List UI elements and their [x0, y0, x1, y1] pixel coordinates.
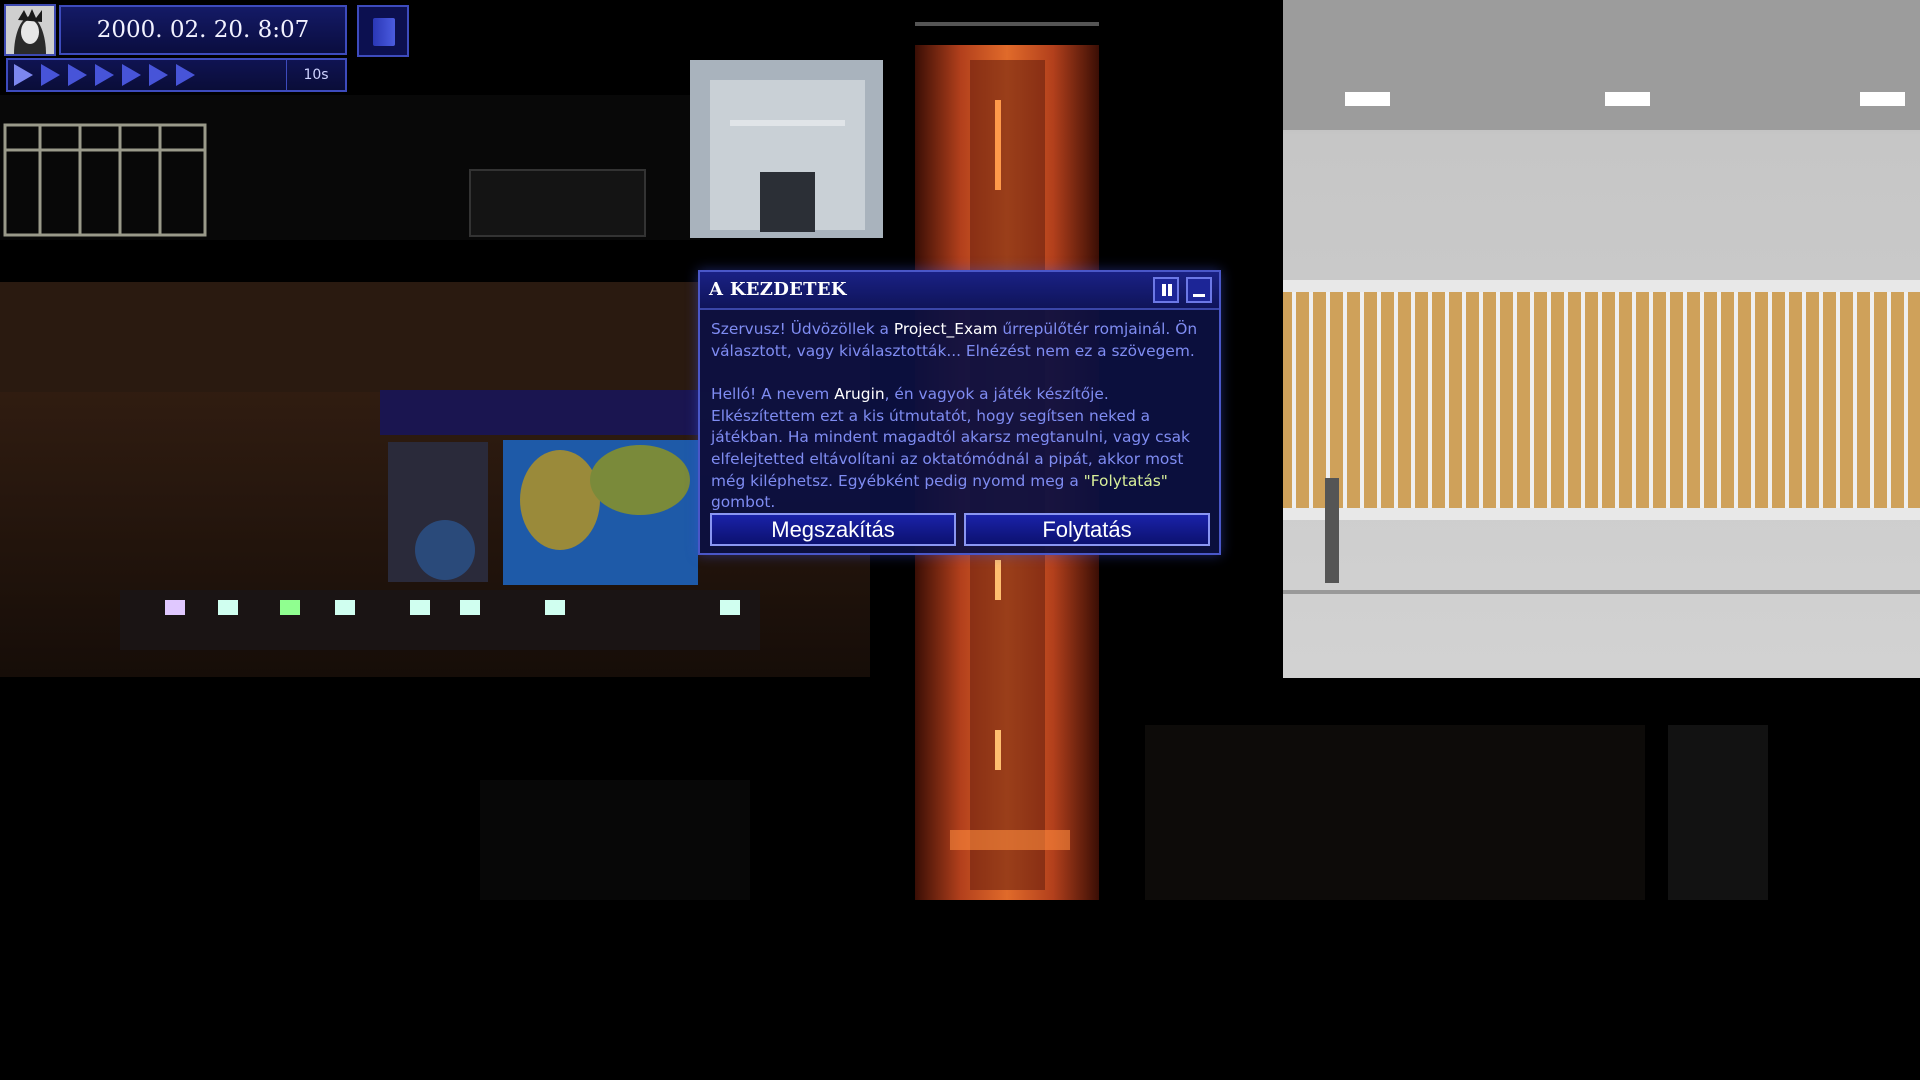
speed-arrow-icon[interactable]: [41, 64, 60, 86]
dialog-buttons: Megszakítás Folytatás: [710, 513, 1210, 546]
speed-arrow-icon[interactable]: [122, 64, 141, 86]
intro-paragraph: Szervusz! Üdvözöllek a Project_Exam űrre…: [711, 319, 1209, 362]
continue-button[interactable]: Folytatás: [964, 513, 1210, 546]
minimize-icon[interactable]: [1186, 277, 1212, 303]
speed-arrows: [8, 64, 286, 86]
speed-arrow-icon[interactable]: [176, 64, 195, 86]
speed-arrow-icon[interactable]: [95, 64, 114, 86]
dialog-header: A KEZDETEK: [700, 272, 1219, 310]
book-icon: [373, 18, 395, 46]
project-name: Project_Exam: [893, 320, 998, 338]
tutorial-dialog: A KEZDETEK Szervusz! Üdvözöllek a Projec…: [698, 270, 1221, 555]
author-paragraph: Helló! A nevem Arugin, én vagyok a játék…: [711, 384, 1209, 514]
speed-arrow-icon[interactable]: [14, 64, 33, 86]
speed-arrow-icon[interactable]: [68, 64, 87, 86]
dialog-body: Szervusz! Üdvözöllek a Project_Exam űrre…: [700, 310, 1219, 514]
player-portrait[interactable]: [4, 4, 56, 56]
text-span: Szervusz! Üdvözöllek a: [711, 320, 894, 338]
pause-icon[interactable]: [1153, 277, 1179, 303]
portrait-face-icon: [6, 6, 54, 54]
author-name: Arugin: [834, 385, 885, 404]
journal-button[interactable]: [357, 5, 409, 57]
speed-control: 10s: [6, 58, 347, 92]
speed-value: 10s: [286, 60, 345, 90]
text-span: gombot.: [711, 493, 776, 512]
cancel-button[interactable]: Megszakítás: [710, 513, 956, 546]
text-span: Helló! A nevem: [711, 385, 835, 404]
datetime-display: 2000. 02. 20. 8:07: [59, 5, 347, 55]
dialog-title: A KEZDETEK: [709, 279, 847, 300]
continue-quote: "Folytatás": [1083, 471, 1168, 490]
speed-arrow-icon[interactable]: [149, 64, 168, 86]
